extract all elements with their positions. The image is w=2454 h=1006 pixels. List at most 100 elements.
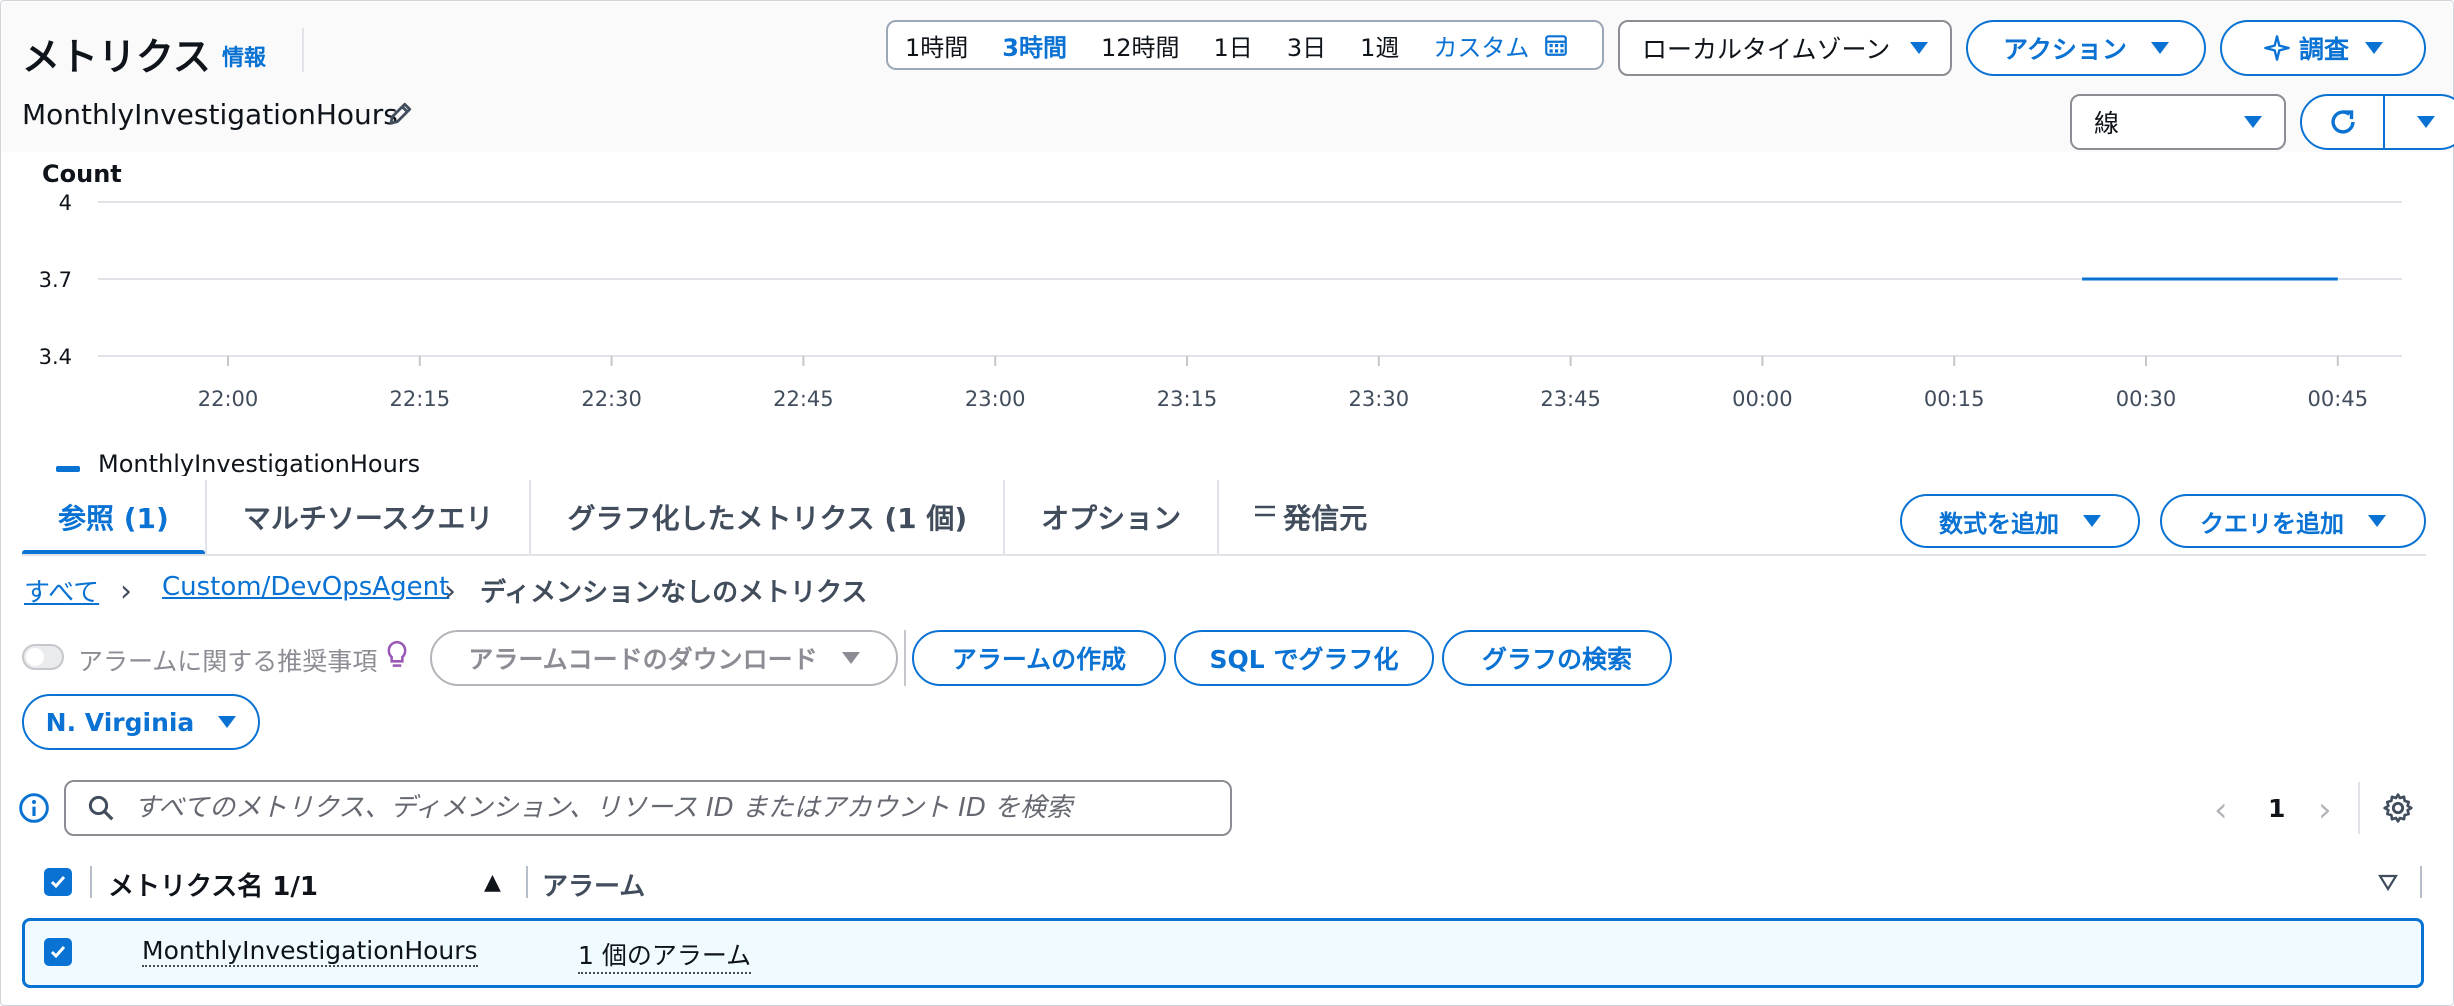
gear-icon[interactable] [2382, 792, 2414, 824]
time-range-3h[interactable]: 3時間 [985, 28, 1084, 63]
page-prev-icon[interactable]: ‹ [2214, 790, 2228, 830]
x-tick-label: 23:00 [965, 387, 1026, 411]
tab-source[interactable]: 発信元 [1219, 480, 1403, 554]
column-header-alarms[interactable]: アラーム [542, 866, 645, 903]
sql-graph-label: SQL でグラフ化 [1209, 645, 1399, 674]
metric-chart: Count 4 3.7 3.4 22:00 22:15 22:30 22:45 23:00 23:… [39, 160, 2402, 411]
tab-options[interactable]: オプション [1005, 480, 1220, 554]
breadcrumb-chevron-icon: › [444, 574, 456, 609]
alarm-recommendation-label: アラームに関する推奨事項 [78, 647, 378, 676]
time-range-1d[interactable]: 1日 [1197, 28, 1270, 63]
graph-type-select[interactable]: 線 [2070, 94, 2286, 150]
region-select-button[interactable]: N. Virginia [22, 694, 260, 750]
chevron-down-icon [2244, 116, 2262, 128]
tab-graphed-metrics[interactable]: グラフ化したメトリクス (1 個) [531, 480, 1006, 554]
time-range-1h[interactable]: 1時間 [888, 28, 985, 63]
chevron-down-icon [2150, 42, 2169, 54]
chevron-down-icon [2365, 42, 2383, 54]
y-tick-label: 3.4 [39, 345, 72, 369]
search-icon [88, 795, 114, 821]
edit-pencil-icon[interactable] [386, 98, 416, 128]
add-query-label: クエリを追加 [2200, 509, 2344, 538]
download-alarm-code-button[interactable]: アラームコードのダウンロード [430, 630, 898, 686]
select-all-checkbox[interactable] [44, 868, 72, 896]
row-alarms[interactable]: 1 個のアラーム [578, 936, 752, 974]
x-tick-label: 23:15 [1157, 387, 1218, 411]
legend-swatch [56, 466, 80, 472]
x-tick-label: 22:15 [390, 387, 451, 411]
time-range-12h[interactable]: 12時間 [1084, 28, 1197, 63]
tab-underline [22, 554, 2426, 556]
legend-label[interactable]: MonthlyInvestigationHours [98, 450, 420, 476]
graph-type-value: 線 [2094, 109, 2120, 138]
actions-button[interactable]: アクション [1966, 20, 2206, 76]
x-tick-label: 22:30 [581, 387, 642, 411]
info-icon[interactable] [18, 792, 50, 824]
column-divider [90, 866, 92, 898]
investigate-label: 調査 [2298, 35, 2349, 64]
x-tick-label: 00:15 [1924, 387, 1985, 411]
column-header-metric-name[interactable]: メトリクス名 1/1 [108, 866, 318, 903]
sort-descending-icon[interactable] [2378, 874, 2398, 892]
header-divider [302, 28, 304, 72]
sql-graph-button[interactable]: SQL でグラフ化 [1174, 630, 1434, 686]
graph-search-label: グラフの検索 [1481, 645, 1632, 674]
region-label: N. Virginia [45, 707, 195, 737]
breadcrumb-current: ディメンションなしのメトリクス [480, 578, 868, 608]
tab-browse[interactable]: 参照 (1) [22, 480, 207, 556]
alarm-recommendation-toggle[interactable] [22, 644, 64, 670]
breadcrumb-all[interactable]: すべて [24, 572, 99, 609]
info-link[interactable]: 情報 [222, 40, 266, 72]
page-number[interactable]: 1 [2268, 794, 2285, 823]
download-alarm-code-label: アラームコードのダウンロード [468, 645, 818, 674]
page-next-icon[interactable]: › [2318, 790, 2332, 830]
create-alarm-label: アラームの作成 [951, 645, 1127, 674]
add-formula-button[interactable]: 数式を追加 [1900, 494, 2140, 548]
page-title: メトリクス [22, 35, 211, 79]
chevron-down-icon [2416, 116, 2435, 128]
actions-label: アクション [2003, 35, 2127, 64]
time-range-selector: 1時間 3時間 12時間 1日 3日 1週 カスタム [886, 20, 1604, 70]
add-formula-label: 数式を追加 [1939, 509, 2059, 538]
refresh-button-group [2300, 94, 2454, 150]
chevron-down-icon [841, 652, 860, 664]
row-metric-name[interactable]: MonthlyInvestigationHours [142, 936, 478, 967]
refresh-options-button[interactable] [2385, 96, 2454, 148]
drag-handle-icon [1255, 505, 1276, 517]
x-tick-label: 23:45 [1540, 387, 1601, 411]
column-divider [526, 866, 528, 898]
metric-search-field [64, 780, 1232, 836]
metric-search-input[interactable] [132, 792, 1230, 824]
graph-title: MonthlyInvestigationHours [22, 98, 398, 131]
add-query-button[interactable]: クエリを追加 [2160, 494, 2426, 548]
timezone-select[interactable]: ローカルタイムゾーン [1618, 20, 1952, 76]
sort-ascending-icon[interactable]: ▲ [484, 870, 501, 895]
sparkle-icon [2264, 35, 2290, 61]
refresh-button[interactable] [2302, 96, 2383, 148]
x-tick-label: 00:00 [1732, 387, 1793, 411]
checkmark-icon [50, 876, 66, 889]
breadcrumb-namespace[interactable]: Custom/DevOpsAgent [162, 572, 449, 602]
x-tick-label: 23:30 [1349, 387, 1410, 411]
x-tick-label: 22:00 [198, 387, 259, 411]
time-range-1w[interactable]: 1週 [1343, 28, 1416, 63]
y-tick-label: 3.7 [39, 268, 72, 292]
row-checkbox[interactable] [44, 938, 72, 966]
x-tick-label: 22:45 [773, 387, 834, 411]
calendar-icon[interactable] [1543, 32, 1569, 58]
graph-search-button[interactable]: グラフの検索 [1442, 630, 1672, 686]
timezone-value: ローカルタイムゾーン [1642, 35, 1891, 64]
create-alarm-button[interactable]: アラームの作成 [912, 630, 1166, 686]
time-range-custom[interactable]: カスタム [1416, 28, 1539, 63]
checkmark-icon [50, 946, 66, 959]
x-tick-label: 00:45 [2308, 387, 2369, 411]
y-tick-label: 4 [59, 191, 72, 215]
y-axis-label: Count [42, 160, 122, 188]
chevron-down-icon [2368, 515, 2386, 527]
tab-source-label: 発信元 [1283, 502, 1368, 535]
chevron-down-icon [2083, 515, 2101, 527]
time-range-3d[interactable]: 3日 [1270, 28, 1343, 63]
investigate-button[interactable]: 調査 [2220, 20, 2426, 76]
column-divider [2420, 866, 2422, 898]
tab-multi-source-query[interactable]: マルチソースクエリ [207, 480, 532, 554]
